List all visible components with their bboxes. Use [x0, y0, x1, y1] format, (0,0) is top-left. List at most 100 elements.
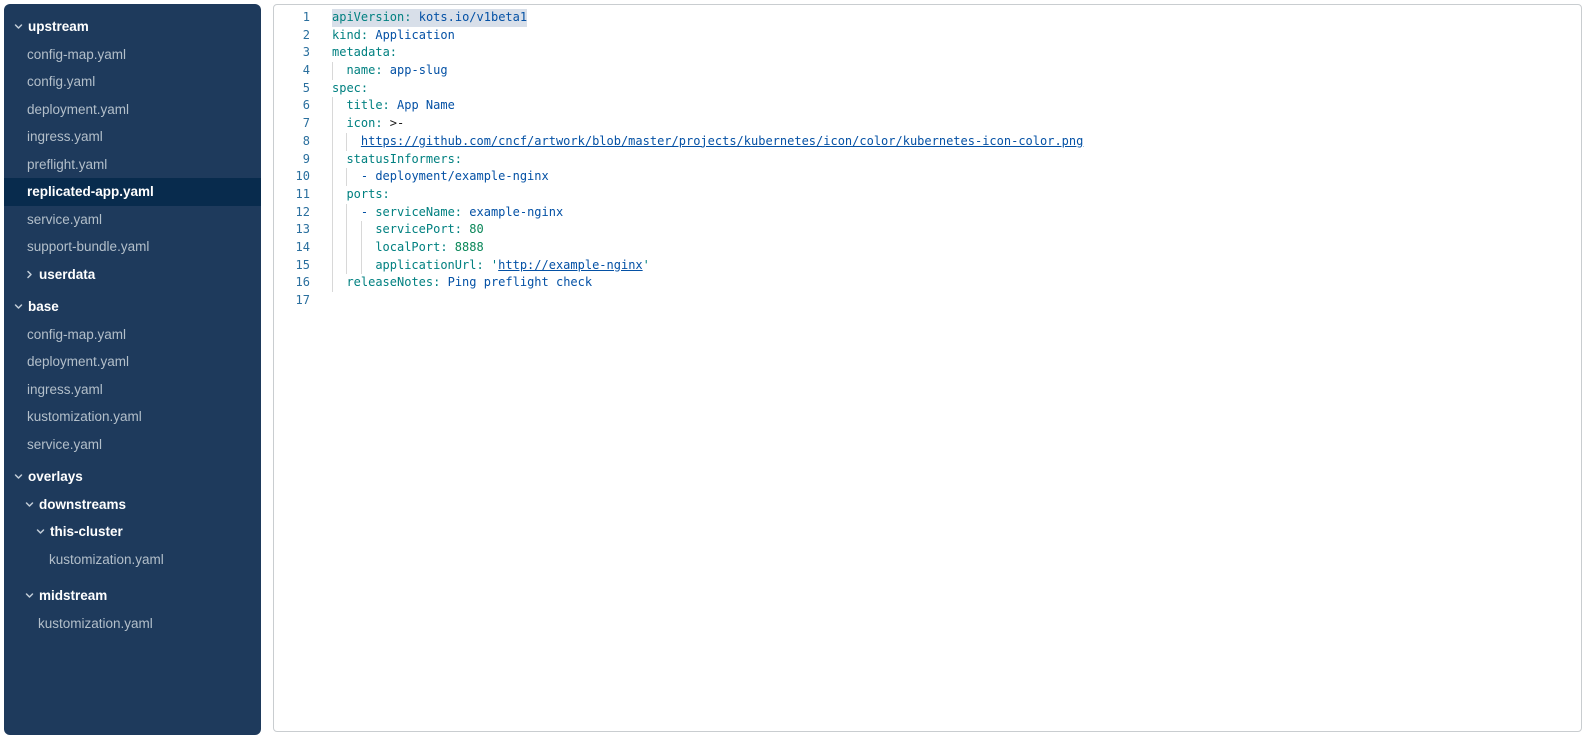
folder-item-overlays[interactable]: overlays — [4, 463, 261, 491]
code-line: 6title: App Name — [274, 97, 1581, 115]
code-token: statusInformers: — [346, 151, 462, 169]
tree-item-label: userdata — [39, 267, 95, 282]
code-line-content: servicePort: 80 — [332, 221, 484, 239]
code-line-content: apiVersion: kots.io/v1beta1 — [332, 9, 527, 27]
line-number: 1 — [274, 9, 310, 27]
folder-item-userdata[interactable]: userdata — [4, 261, 261, 289]
code-line-content: ports: — [332, 186, 390, 204]
tree-item-label: support-bundle.yaml — [27, 239, 149, 254]
chevron-right-icon — [25, 270, 34, 279]
code-line-content: - serviceName: example-nginx — [332, 204, 563, 222]
indent-guide — [346, 168, 360, 186]
tree-item-label: base — [28, 299, 59, 314]
indent-guide — [332, 115, 346, 133]
tree-item-label: kustomization.yaml — [49, 552, 164, 567]
line-number: 13 — [274, 221, 310, 239]
line-number: 4 — [274, 62, 310, 80]
chevron-down-icon — [25, 500, 34, 509]
indent-guide — [346, 133, 360, 151]
line-number: 9 — [274, 151, 310, 169]
folder-item-downstreams[interactable]: downstreams — [4, 491, 261, 519]
code-token: ports: — [346, 186, 389, 204]
file-item-service.yaml[interactable]: service.yaml — [4, 431, 261, 459]
code-line: 10- deployment/example-nginx — [274, 168, 1581, 186]
file-item-preflight.yaml[interactable]: preflight.yaml — [4, 151, 261, 179]
code-token: metadata: — [332, 44, 397, 62]
tree-item-label: config-map.yaml — [27, 47, 126, 62]
code-token: 80 — [469, 221, 483, 239]
code-line: 12 - serviceName: example-nginx — [274, 204, 1581, 222]
code-line-content: title: App Name — [332, 97, 455, 115]
file-item-kustomization.yaml[interactable]: kustomization.yaml — [4, 546, 261, 574]
code-token — [383, 115, 390, 133]
code-line: 15applicationUrl: 'http://example-nginx' — [274, 257, 1581, 275]
indent-guide — [332, 97, 346, 115]
chevron-down-icon — [36, 527, 45, 536]
file-item-replicated-app.yaml[interactable]: replicated-app.yaml — [4, 178, 261, 206]
code-line: 4 name: app-slug — [274, 62, 1581, 80]
line-number: 12 — [274, 204, 310, 222]
indent-guide — [332, 151, 346, 169]
code-link[interactable]: https://github.com/cncf/artwork/blob/mas… — [361, 133, 1083, 151]
line-number: 3 — [274, 44, 310, 62]
folder-item-upstream[interactable]: upstream — [4, 13, 261, 41]
indent-guide — [332, 239, 346, 257]
code-line-content: metadata: — [332, 44, 397, 62]
indent-guide — [332, 204, 346, 222]
tree-item-label: downstreams — [39, 497, 126, 512]
file-item-deployment.yaml[interactable]: deployment.yaml — [4, 348, 261, 376]
line-number: 11 — [274, 186, 310, 204]
tree-item-label: deployment.yaml — [27, 102, 129, 117]
code-link[interactable]: http://example-nginx — [498, 257, 643, 275]
indent-guide — [361, 221, 375, 239]
file-item-kustomization.yaml[interactable]: kustomization.yaml — [4, 403, 261, 431]
code-token: ' — [643, 257, 650, 275]
file-item-ingress.yaml[interactable]: ingress.yaml — [4, 376, 261, 404]
chevron-down-icon — [14, 472, 23, 481]
line-number: 8 — [274, 133, 310, 151]
tree-item-label: overlays — [28, 469, 83, 484]
folder-item-base[interactable]: base — [4, 293, 261, 321]
code-token: spec: — [332, 80, 368, 98]
file-item-config-map.yaml[interactable]: config-map.yaml — [4, 321, 261, 349]
code-line-content: https://github.com/cncf/artwork/blob/mas… — [332, 133, 1083, 151]
code-line-content: icon: >- — [332, 115, 404, 133]
code-token: name: — [346, 62, 382, 80]
code-token — [462, 204, 469, 222]
folder-item-this-cluster[interactable]: this-cluster — [4, 518, 261, 546]
file-item-support-bundle.yaml[interactable]: support-bundle.yaml — [4, 233, 261, 261]
file-item-deployment.yaml[interactable]: deployment.yaml — [4, 96, 261, 124]
code-token: title: — [346, 97, 389, 115]
file-item-kustomization.yaml[interactable]: kustomization.yaml — [4, 610, 261, 638]
indent-guide — [332, 168, 346, 186]
code-token: - deployment/example-nginx — [361, 168, 549, 186]
code-token — [484, 257, 491, 275]
file-item-config-map.yaml[interactable]: config-map.yaml — [4, 41, 261, 69]
code-line-content: - deployment/example-nginx — [332, 168, 549, 186]
file-item-service.yaml[interactable]: service.yaml — [4, 206, 261, 234]
line-number: 15 — [274, 257, 310, 275]
line-number: 7 — [274, 115, 310, 133]
tree-item-label: midstream — [39, 588, 107, 603]
chevron-down-icon — [14, 22, 23, 31]
code-token: kind: — [332, 27, 368, 45]
code-token: app-slug — [390, 62, 448, 80]
code-token: 8888 — [455, 239, 484, 257]
code-token — [411, 9, 418, 27]
file-item-config.yaml[interactable]: config.yaml — [4, 68, 261, 96]
indent-guide — [332, 221, 346, 239]
tree-item-label: kustomization.yaml — [38, 616, 153, 631]
code-line: 3 metadata: — [274, 44, 1581, 62]
code-editor[interactable]: 1apiVersion: kots.io/v1beta12kind: Appli… — [274, 5, 1581, 731]
file-item-ingress.yaml[interactable]: ingress.yaml — [4, 123, 261, 151]
indent-guide — [361, 257, 375, 275]
code-line: 17 — [274, 292, 1581, 310]
indent-guide — [332, 62, 346, 80]
code-line-content: localPort: 8888 — [332, 239, 484, 257]
chevron-down-icon — [14, 302, 23, 311]
code-token: servicePort: — [375, 221, 462, 239]
folder-item-midstream[interactable]: midstream — [4, 582, 261, 610]
indent-guide — [361, 239, 375, 257]
selection-highlight: apiVersion: kots.io/v1beta1 — [332, 9, 527, 27]
code-line: 7 icon: >- — [274, 115, 1581, 133]
